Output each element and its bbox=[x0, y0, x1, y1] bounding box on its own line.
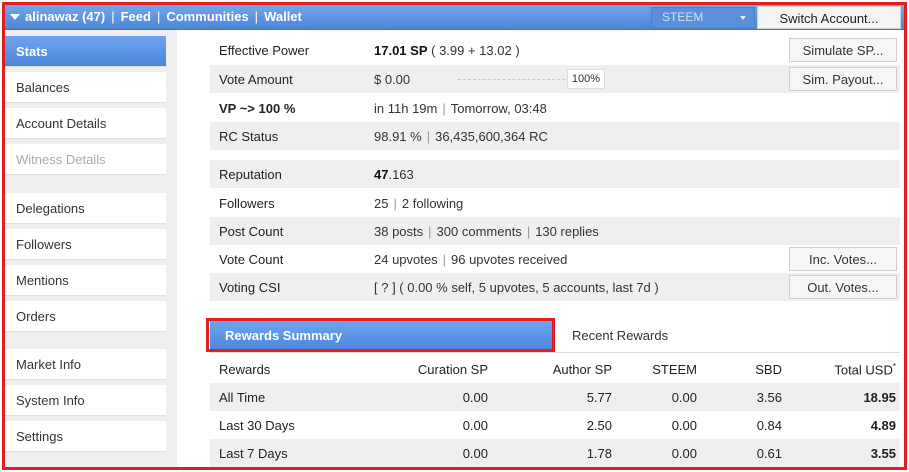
stat-value: in 11h 19m | Tomorrow, 03:48 bbox=[374, 101, 547, 116]
stat-value: 38 posts | 300 comments | 130 replies bbox=[374, 224, 599, 239]
sidebar-item-witness-details: Witness Details bbox=[5, 144, 166, 175]
stat-row-effective-power: Effective Power 17.01 SP ( 3.99 + 13.02 … bbox=[210, 36, 900, 64]
sidebar-item-system-info[interactable]: System Info bbox=[5, 385, 166, 416]
switch-account-button[interactable]: Switch Account... bbox=[757, 6, 901, 29]
stat-row-reputation: Reputation 47.163 bbox=[210, 160, 900, 188]
table-row: Last 7 Days 0.00 1.78 0.00 0.61 3.55 bbox=[210, 439, 900, 467]
stat-value: 47.163 bbox=[374, 167, 414, 182]
stat-value: $ 0.00 bbox=[374, 72, 411, 87]
stat-row-vp: VP ~> 100 % in 11h 19m | Tomorrow, 03:48 bbox=[210, 94, 900, 122]
simulate-sp-button[interactable]: Simulate SP... bbox=[789, 38, 897, 62]
table-cell: Last 7 Days bbox=[219, 446, 288, 461]
table-cell: 0.61 bbox=[756, 446, 782, 461]
column-header: STEEM bbox=[652, 362, 697, 377]
stat-row-vote-amount: Vote Amount $ 0.00 100% Sim. Payout... bbox=[210, 65, 900, 93]
stat-row-followers: Followers 25 | 2 following bbox=[210, 189, 900, 217]
tab-rewards-summary[interactable]: Rewards Summary bbox=[210, 321, 552, 351]
rewards-table: Rewards Curation SP Author SP STEEM SBD … bbox=[210, 355, 900, 467]
table-cell: 2.50 bbox=[586, 418, 612, 433]
stat-row-rc-status: RC Status 98.91 % | 36,435,600,364 RC bbox=[210, 122, 900, 150]
stat-label: Followers bbox=[219, 196, 275, 211]
table-cell: 1.78 bbox=[586, 446, 612, 461]
top-nav-bar: alinawaz (47) | Feed | Communities | Wallet ST… bbox=[5, 5, 904, 30]
rewards-tabs: Rewards Summary Recent Rewards bbox=[210, 319, 900, 353]
vote-weight-slider[interactable] bbox=[458, 79, 570, 80]
token-select[interactable]: STEEM bbox=[651, 7, 755, 28]
stat-value: 17.01 SP ( 3.99 + 13.02 ) bbox=[374, 43, 520, 58]
sidebar-item-balances[interactable]: Balances bbox=[5, 72, 166, 103]
table-row: Last 30 Days 0.00 2.50 0.00 0.84 4.89 bbox=[210, 411, 900, 439]
table-cell: 0.84 bbox=[756, 418, 782, 433]
sidebar-item-orders[interactable]: Orders bbox=[5, 301, 166, 332]
table-cell: 0.00 bbox=[462, 418, 488, 433]
stat-label: Effective Power bbox=[219, 43, 310, 58]
stat-row-voting-csi: Voting CSI [ ? ] ( 0.00 % self, 5 upvote… bbox=[210, 273, 900, 301]
table-cell: 3.56 bbox=[756, 390, 782, 405]
stat-value: 98.91 % | 36,435,600,364 RC bbox=[374, 129, 548, 144]
table-cell: 0.00 bbox=[671, 418, 697, 433]
sidebar-item-delegations[interactable]: Delegations bbox=[5, 193, 166, 224]
sidebar-item-market-info[interactable]: Market Info bbox=[5, 349, 166, 380]
table-cell: 3.55 bbox=[870, 446, 896, 461]
stat-value: [ ? ] ( 0.00 % self, 5 upvotes, 5 accoun… bbox=[374, 280, 659, 295]
stat-label: Voting CSI bbox=[219, 280, 281, 295]
stat-label: Vote Count bbox=[219, 252, 284, 267]
column-header: Total USD* bbox=[834, 362, 896, 378]
caret-down-icon[interactable] bbox=[10, 14, 20, 20]
table-header-row: Rewards Curation SP Author SP STEEM SBD … bbox=[210, 355, 900, 383]
chevron-down-icon bbox=[740, 16, 746, 20]
table-cell: 4.89 bbox=[870, 418, 896, 433]
stat-row-post-count: Post Count 38 posts | 300 comments | 130 rep… bbox=[210, 217, 900, 245]
sidebar-item-stats[interactable]: Stats bbox=[5, 36, 166, 67]
stat-label: VP ~> 100 % bbox=[219, 101, 296, 116]
column-header: Author SP bbox=[552, 362, 612, 377]
stat-value: 24 upvotes | 96 upvotes received bbox=[374, 252, 568, 267]
out-votes-button[interactable]: Out. Votes... bbox=[789, 275, 897, 299]
table-cell: 0.00 bbox=[462, 446, 488, 461]
column-header: Curation SP bbox=[417, 362, 488, 377]
table-row: All Time 0.00 5.77 0.00 3.56 18.95 bbox=[210, 383, 900, 411]
column-header: SBD bbox=[755, 362, 782, 377]
main-panel: Effective Power 17.01 SP ( 3.99 + 13.02 … bbox=[177, 30, 904, 467]
stat-label: Post Count bbox=[219, 224, 284, 239]
stat-label: Reputation bbox=[219, 167, 282, 182]
sim-payout-button[interactable]: Sim. Payout... bbox=[789, 67, 897, 91]
nav-wallet-link[interactable]: Wallet bbox=[264, 9, 302, 24]
sidebar-item-mentions[interactable]: Mentions bbox=[5, 265, 166, 296]
stat-row-vote-count: Vote Count 24 upvotes | 96 upvotes receive… bbox=[210, 245, 900, 273]
sidebar-item-settings[interactable]: Settings bbox=[5, 421, 166, 452]
table-cell: Last 30 Days bbox=[219, 418, 295, 433]
sidebar-item-account-details[interactable]: Account Details bbox=[5, 108, 166, 139]
sidebar: Stats Balances Account Details Witness D… bbox=[5, 30, 177, 467]
nav-feed-link[interactable]: Feed bbox=[121, 9, 151, 24]
tab-recent-rewards[interactable]: Recent Rewards bbox=[572, 321, 668, 343]
inc-votes-button[interactable]: Inc. Votes... bbox=[789, 247, 897, 271]
table-cell: 0.00 bbox=[671, 446, 697, 461]
table-cell: 0.00 bbox=[462, 390, 488, 405]
column-header: Rewards bbox=[219, 362, 271, 377]
sidebar-item-followers[interactable]: Followers bbox=[5, 229, 166, 260]
account-link[interactable]: alinawaz (47) bbox=[25, 9, 105, 24]
table-cell: All Time bbox=[219, 390, 266, 405]
stat-value: 25 | 2 following bbox=[374, 196, 464, 211]
table-cell: 0.00 bbox=[671, 390, 697, 405]
stat-label: Vote Amount bbox=[219, 72, 293, 87]
stat-label: RC Status bbox=[219, 129, 279, 144]
nav-communities-link[interactable]: Communities bbox=[166, 9, 248, 24]
nav-links: alinawaz (47) | Feed | Communities | Wallet bbox=[25, 9, 302, 24]
table-cell: 5.77 bbox=[586, 390, 612, 405]
table-cell: 18.95 bbox=[863, 390, 896, 405]
vote-percent-box[interactable]: 100% bbox=[567, 69, 605, 89]
